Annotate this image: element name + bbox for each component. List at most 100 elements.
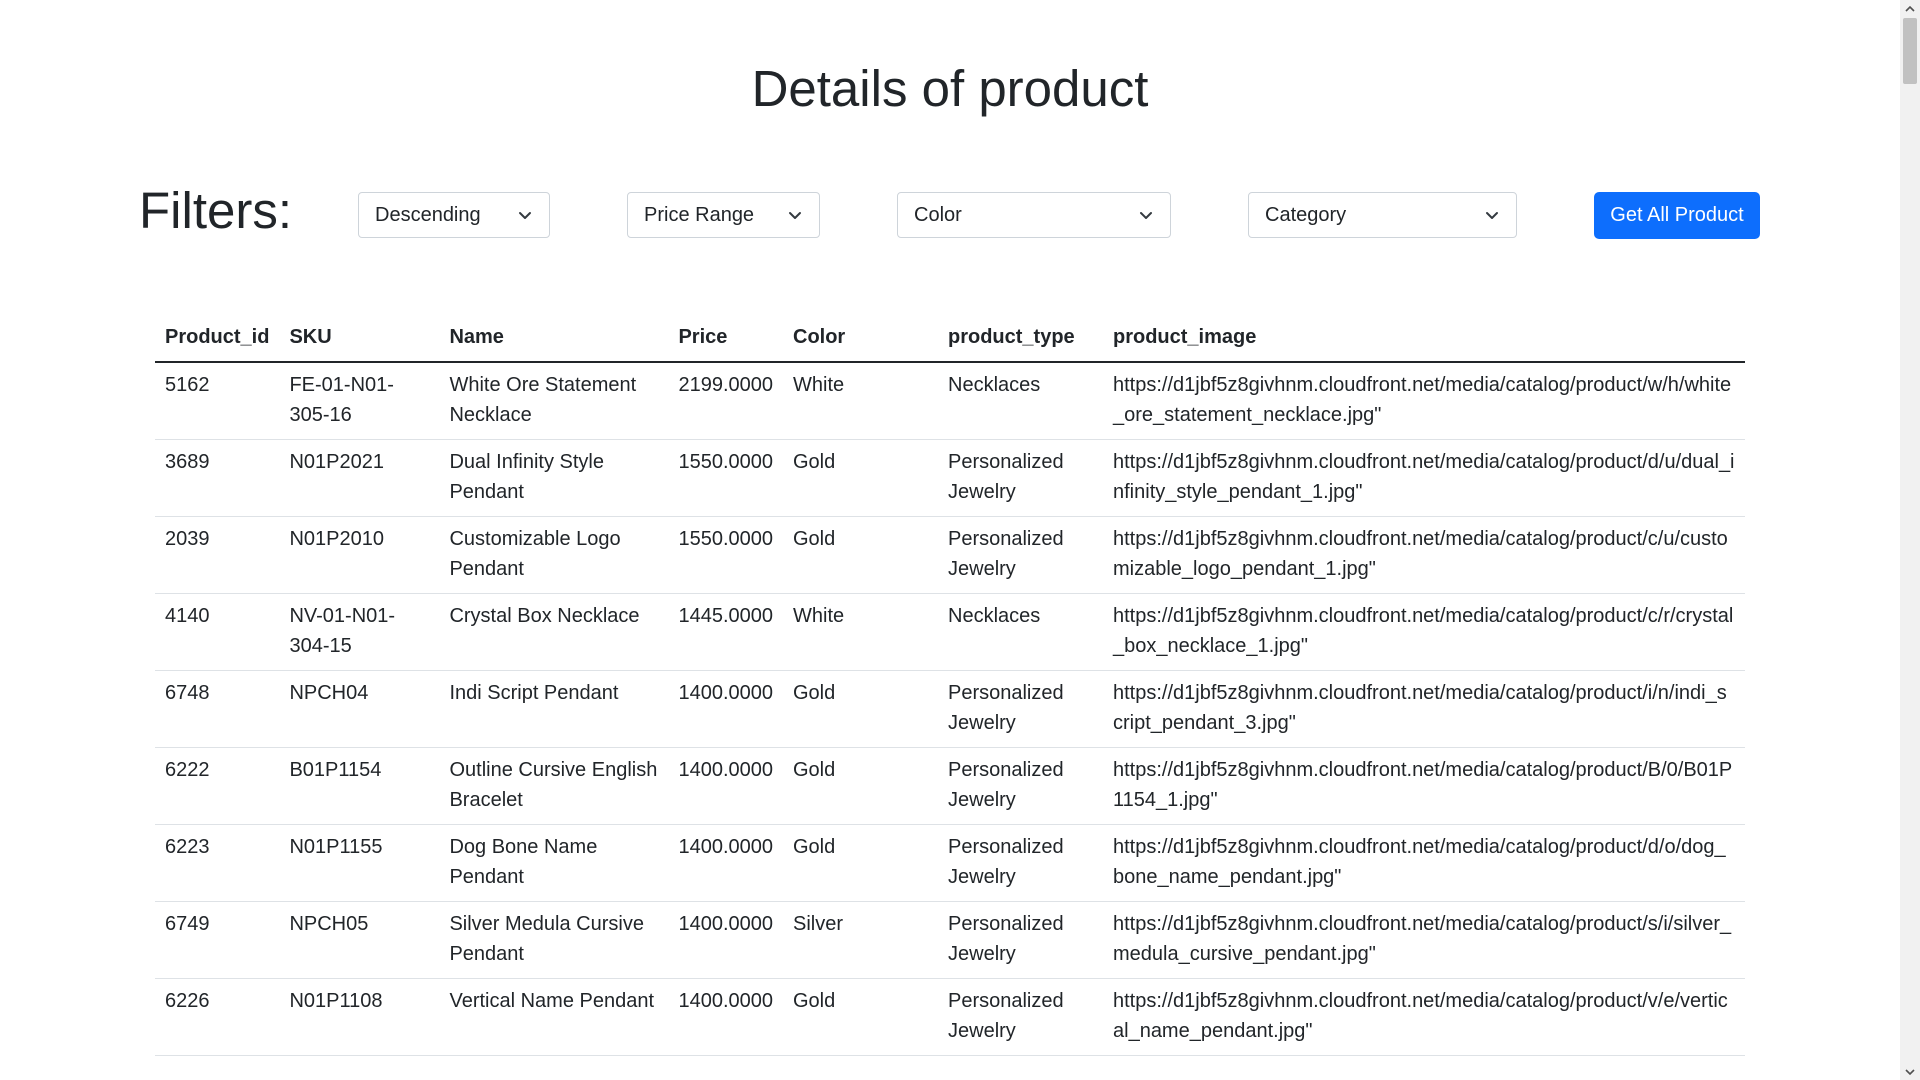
price-range-select[interactable]: Price Range: [627, 192, 820, 238]
header-price: Price: [668, 314, 783, 363]
cell-product-image: https://d1jbf5z8givhnm.cloudfront.net/me…: [1103, 593, 1745, 671]
cell-product-type: Personalized Jewelry: [938, 747, 1103, 825]
cell-product-type: Personalized Jewelry: [938, 439, 1103, 517]
cell-sku: NPCH05: [279, 901, 440, 979]
cell-product-image: https://d1jbf5z8givhnm.cloudfront.net/me…: [1103, 747, 1745, 825]
cell-color: White: [783, 362, 938, 440]
cell-product-type: Personalized Jewelry: [938, 670, 1103, 748]
cell-color: White: [783, 593, 938, 671]
cell-color: Silver: [783, 901, 938, 979]
cell-sku: N01P1108: [279, 978, 440, 1056]
header-product-id: Product_id: [155, 314, 280, 363]
table-row: 4140 NV-01-N01-304-15 Crystal Box Necklace…: [155, 593, 1745, 671]
cell-sku: N01P1155: [279, 824, 440, 902]
table-row: 6748 NPCH04 Indi Script Pendant 1400.0000 Go…: [155, 670, 1745, 748]
scroll-down-arrow-icon[interactable]: [1900, 1063, 1920, 1080]
cell-color: Gold: [783, 824, 938, 902]
cell-price: 2199.0000: [668, 362, 783, 440]
table-row: 3689 N01P2021 Dual Infinity Style Pendant 1…: [155, 439, 1745, 517]
category-select[interactable]: Category: [1248, 192, 1517, 238]
cell-product-id: 6748: [155, 670, 280, 748]
table-row: 6226 N01P1108 Vertical Name Pendant 1400.00…: [155, 978, 1745, 1056]
cell-name: Dual Infinity Style Pendant: [439, 439, 669, 517]
table-row: 5162 FE-01-N01-305-16 White Ore Statement …: [155, 362, 1745, 440]
cell-name: Customizable Logo Pendant: [439, 516, 669, 594]
cell-price: 1550.0000: [668, 439, 783, 517]
get-all-product-button[interactable]: Get All Product: [1594, 192, 1760, 239]
cell-color: Gold: [783, 747, 938, 825]
cell-sku: FE-01-N01-305-16: [279, 362, 440, 440]
cell-price: 1550.0000: [668, 516, 783, 594]
header-product-image: product_image: [1103, 314, 1745, 363]
cell-product-id: 5162: [155, 362, 280, 440]
cell-color: Gold: [783, 670, 938, 748]
header-name: Name: [439, 314, 669, 363]
cell-product-image: https://d1jbf5z8givhnm.cloudfront.net/me…: [1103, 901, 1745, 979]
cell-sku: NV-01-N01-304-15: [279, 593, 440, 671]
scrollbar-thumb[interactable]: [1903, 18, 1917, 84]
chevron-down-icon: [787, 193, 803, 237]
chevron-down-icon: [1484, 193, 1500, 237]
chevron-down-icon: [1138, 193, 1154, 237]
header-product-type: product_type: [938, 314, 1103, 363]
category-value: Category: [1265, 204, 1347, 226]
cell-color: Gold: [783, 978, 938, 1056]
cell-product-id: 4140: [155, 593, 280, 671]
cell-product-type: Personalized Jewelry: [938, 824, 1103, 902]
cell-price: 1445.0000: [668, 593, 783, 671]
product-table: Product_id SKU Name Price Color product_…: [155, 314, 1745, 1056]
cell-name: Silver Medula Cursive Pendant: [439, 901, 669, 979]
cell-price: 1400.0000: [668, 978, 783, 1056]
color-value: Color: [914, 204, 962, 226]
cell-product-image: https://d1jbf5z8givhnm.cloudfront.net/me…: [1103, 362, 1745, 440]
table-row: 6222 B01P1154 Outline Cursive English Brac…: [155, 747, 1745, 825]
cell-price: 1400.0000: [668, 901, 783, 979]
cell-name: Outline Cursive English Bracelet: [439, 747, 669, 825]
cell-price: 1400.0000: [668, 824, 783, 902]
cell-product-type: Personalized Jewelry: [938, 978, 1103, 1056]
cell-product-type: Personalized Jewelry: [938, 901, 1103, 979]
scroll-up-arrow-icon[interactable]: [1900, 0, 1920, 17]
cell-sku: N01P2021: [279, 439, 440, 517]
cell-product-image: https://d1jbf5z8givhnm.cloudfront.net/me…: [1103, 439, 1745, 517]
cell-name: Indi Script Pendant: [439, 670, 669, 748]
cell-product-id: 3689: [155, 439, 280, 517]
chevron-down-icon: [517, 193, 533, 237]
cell-product-image: https://d1jbf5z8givhnm.cloudfront.net/me…: [1103, 978, 1745, 1056]
cell-product-id: 6749: [155, 901, 280, 979]
cell-product-id: 2039: [155, 516, 280, 594]
sort-order-value: Descending: [375, 204, 481, 226]
cell-name: White Ore Statement Necklace: [439, 362, 669, 440]
page: Details of product Filters: Descending P…: [0, 0, 1920, 1080]
cell-sku: N01P2010: [279, 516, 440, 594]
cell-price: 1400.0000: [668, 747, 783, 825]
price-range-value: Price Range: [644, 204, 755, 226]
table-body: 5162 FE-01-N01-305-16 White Ore Statement …: [155, 362, 1745, 1056]
color-select[interactable]: Color: [897, 192, 1171, 238]
page-title: Details of product: [751, 60, 1149, 117]
vertical-scrollbar[interactable]: [1900, 0, 1920, 1080]
table-row: 6223 N01P1155 Dog Bone Name Pendant 1400.00…: [155, 824, 1745, 902]
cell-product-type: Necklaces: [938, 362, 1103, 440]
cell-product-type: Necklaces: [938, 593, 1103, 671]
header-sku: SKU: [279, 314, 440, 363]
cell-color: Gold: [783, 439, 938, 517]
cell-product-image: https://d1jbf5z8givhnm.cloudfront.net/me…: [1103, 516, 1745, 594]
table-header-row: Product_id SKU Name Price Color product_…: [155, 314, 1745, 363]
header-color: Color: [783, 314, 938, 363]
sort-order-select[interactable]: Descending: [358, 192, 550, 238]
cell-sku: NPCH04: [279, 670, 440, 748]
cell-product-type: Personalized Jewelry: [938, 516, 1103, 594]
filters-label: Filters:: [139, 182, 292, 239]
table-row: 6749 NPCH05 Silver Medula Cursive Pendant 1…: [155, 901, 1745, 979]
cell-name: Vertical Name Pendant: [439, 978, 669, 1056]
cell-price: 1400.0000: [668, 670, 783, 748]
cell-color: Gold: [783, 516, 938, 594]
product-table-container: Product_id SKU Name Price Color product_…: [155, 314, 1745, 1056]
cell-product-id: 6223: [155, 824, 280, 902]
cell-product-image: https://d1jbf5z8givhnm.cloudfront.net/me…: [1103, 670, 1745, 748]
cell-sku: B01P1154: [279, 747, 440, 825]
cell-name: Dog Bone Name Pendant: [439, 824, 669, 902]
table-row: 2039 N01P2010 Customizable Logo Pendant 155…: [155, 516, 1745, 594]
cell-product-id: 6222: [155, 747, 280, 825]
